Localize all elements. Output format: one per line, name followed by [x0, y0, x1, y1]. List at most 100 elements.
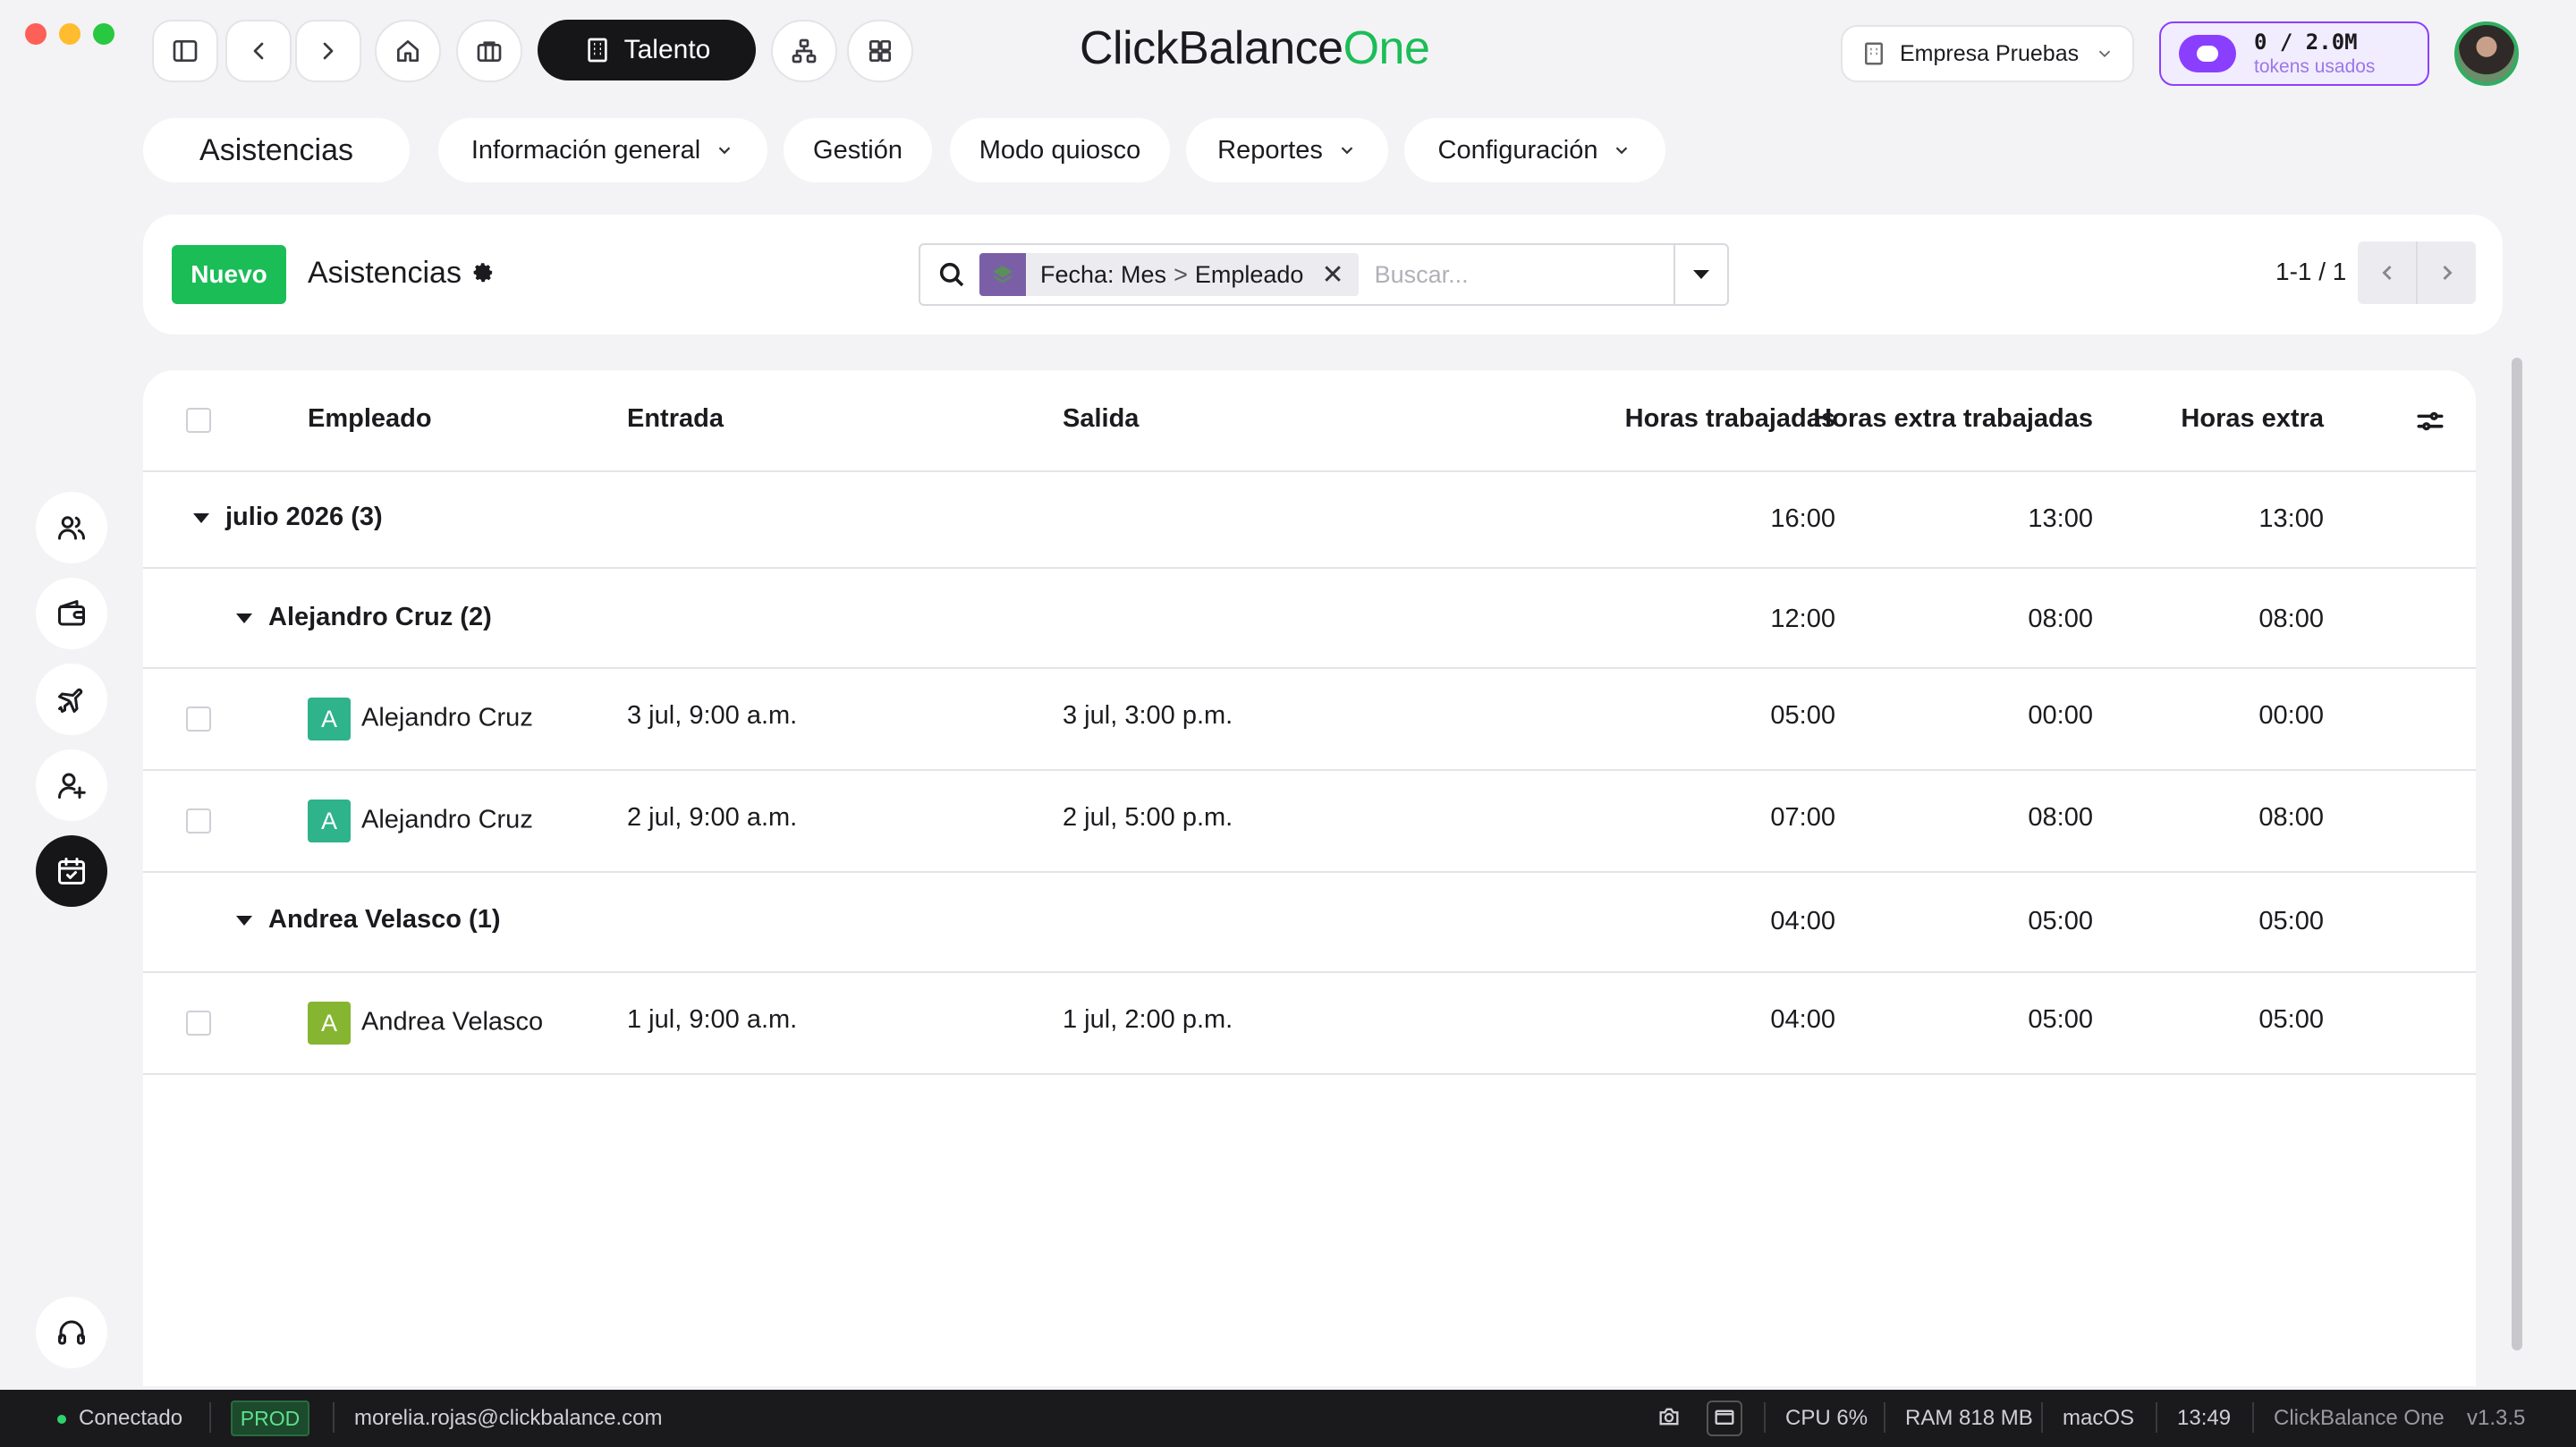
divider — [2156, 1402, 2157, 1433]
table-row[interactable]: A Alejandro Cruz 2 jul, 9:00 a.m. 2 jul, … — [143, 771, 2476, 873]
home-button[interactable] — [375, 20, 441, 82]
nav-gestion[interactable]: Gestión — [784, 118, 932, 182]
briefcase-button[interactable] — [456, 20, 522, 82]
row-checkbox[interactable] — [186, 1011, 211, 1036]
pager-buttons — [2358, 241, 2476, 304]
previous-page-button[interactable] — [2358, 241, 2418, 304]
screenshot-button[interactable] — [1657, 1404, 1682, 1435]
employee-name: Alejandro Cruz — [361, 703, 533, 732]
scrollbar-thumb[interactable] — [2512, 358, 2522, 1350]
group-label: Alejandro Cruz (2) — [236, 603, 492, 632]
sidebar-item-travel[interactable] — [36, 664, 107, 735]
chevron-down-icon — [1616, 147, 1628, 155]
caret-down-icon[interactable] — [193, 512, 209, 523]
nav-modo-quiosco[interactable]: Modo quiosco — [950, 118, 1170, 182]
employee-name: Alejandro Cruz — [361, 805, 533, 834]
gear-icon[interactable] — [472, 262, 496, 285]
back-button[interactable] — [225, 20, 292, 82]
entry-cell: 2 jul, 9:00 a.m. — [627, 803, 798, 832]
minimize-window-button[interactable] — [59, 23, 80, 45]
connection-dot-icon — [57, 1415, 66, 1424]
group-row-month[interactable]: julio 2026 (3) 16:00 13:00 13:00 — [143, 472, 2476, 569]
employee-avatar: A — [308, 1002, 351, 1045]
zoom-window-button[interactable] — [93, 23, 114, 45]
search-facet[interactable]: Fecha: Mes > Empleado ✕ — [979, 253, 1359, 296]
group-label: Andrea Velasco (1) — [236, 905, 501, 935]
page-title: Asistencias — [308, 256, 496, 291]
caret-down-icon[interactable] — [236, 613, 252, 623]
caret-down-icon[interactable] — [236, 915, 252, 926]
facet-value: Empleado — [1194, 260, 1304, 288]
nav-configuracion[interactable]: Configuración — [1404, 118, 1665, 182]
select-all-checkbox[interactable] — [186, 408, 211, 433]
sidebar-icon — [173, 40, 198, 62]
forward-button[interactable] — [295, 20, 361, 82]
header-extra-hours[interactable]: Horas extra — [2181, 404, 2324, 434]
header-extra-worked-hours[interactable]: Horas extra trabajadas — [1813, 404, 2093, 434]
module-talento-button[interactable]: Talento — [538, 20, 756, 80]
token-usage-widget[interactable]: 0 / 2.0M tokens usados — [2159, 21, 2429, 86]
user-email: morelia.rojas@clickbalance.com — [354, 1406, 663, 1430]
remove-facet-icon[interactable]: ✕ — [1321, 259, 1343, 291]
exit-cell: 3 jul, 3:00 p.m. — [1063, 701, 1233, 730]
table-header: Empleado Entrada Salida Horas trabajadas… — [143, 370, 2476, 472]
nav-label: Asistencias — [199, 132, 353, 167]
column-settings-button[interactable] — [2415, 406, 2445, 444]
company-selector[interactable]: Empresa Pruebas — [1841, 25, 2134, 82]
sidebar-item-wallet[interactable] — [36, 578, 107, 649]
employee-avatar: A — [308, 698, 351, 740]
sidebar-item-attendance[interactable] — [36, 835, 107, 907]
nav-informacion-general[interactable]: Información general — [438, 118, 767, 182]
group-extra: 13:00 — [2258, 504, 2324, 533]
search-bar[interactable]: Fecha: Mes > Empleado ✕ Buscar... — [919, 243, 1729, 306]
table-row[interactable]: A Andrea Velasco 1 jul, 9:00 a.m. 1 jul, … — [143, 973, 2476, 1075]
ram-usage: RAM 818 MB — [1905, 1406, 2033, 1430]
chevron-left-icon — [2381, 265, 2392, 281]
support-button[interactable] — [36, 1297, 107, 1368]
header-exit[interactable]: Salida — [1063, 404, 1139, 434]
apps-grid-button[interactable] — [847, 20, 913, 82]
user-avatar[interactable] — [2454, 21, 2519, 86]
chevron-down-icon — [1341, 147, 1353, 155]
briefcase-icon — [477, 41, 502, 62]
sidebar-item-employees[interactable] — [36, 492, 107, 563]
employee-cell: A Andrea Velasco — [308, 1002, 543, 1045]
new-button[interactable]: Nuevo — [172, 245, 286, 304]
group-extra-worked: 08:00 — [2028, 605, 2093, 633]
group-extra: 05:00 — [2258, 907, 2324, 935]
divider — [1764, 1402, 1766, 1433]
token-toggle-icon — [2179, 35, 2236, 72]
search-options-dropdown[interactable] — [1674, 245, 1727, 304]
calendar-check-icon — [58, 858, 85, 884]
facet-field: Fecha: Mes — [1040, 260, 1167, 288]
building-icon — [1865, 42, 1883, 65]
divider — [333, 1402, 335, 1433]
layers-icon — [979, 253, 1026, 296]
search-input[interactable]: Buscar... — [1375, 261, 1469, 289]
group-row-andrea[interactable]: Andrea Velasco (1) 04:00 05:00 05:00 — [143, 873, 2476, 973]
table-row[interactable]: A Alejandro Cruz 3 jul, 9:00 a.m. 3 jul, … — [143, 669, 2476, 771]
nav-reportes[interactable]: Reportes — [1186, 118, 1388, 182]
module-label: Talento — [623, 35, 711, 64]
entry-cell: 1 jul, 9:00 a.m. — [627, 1005, 798, 1034]
header-employee[interactable]: Empleado — [308, 404, 432, 434]
row-checkbox[interactable] — [186, 808, 211, 834]
header-entry[interactable]: Entrada — [627, 404, 724, 434]
window-mode-button[interactable] — [1707, 1400, 1742, 1436]
close-window-button[interactable] — [25, 23, 47, 45]
users-icon — [58, 516, 85, 540]
worked-cell: 07:00 — [1770, 803, 1835, 832]
group-row-alejandro[interactable]: Alejandro Cruz (2) 12:00 08:00 08:00 — [143, 569, 2476, 669]
row-checkbox[interactable] — [186, 707, 211, 732]
header-worked-hours[interactable]: Horas trabajadas — [1625, 404, 1835, 434]
clock: 13:49 — [2177, 1406, 2232, 1430]
app-version: v1.3.5 — [2467, 1406, 2526, 1430]
next-page-button[interactable] — [2418, 241, 2476, 304]
org-chart-button[interactable] — [771, 20, 837, 82]
sidebar-item-add-user[interactable] — [36, 749, 107, 821]
sidebar-toggle-button[interactable] — [152, 20, 218, 82]
divider — [2041, 1402, 2043, 1433]
pager-value: 1-1 / 1 — [2275, 258, 2347, 285]
environment-badge: PROD — [231, 1400, 309, 1436]
nav-asistencias[interactable]: Asistencias — [143, 118, 410, 182]
